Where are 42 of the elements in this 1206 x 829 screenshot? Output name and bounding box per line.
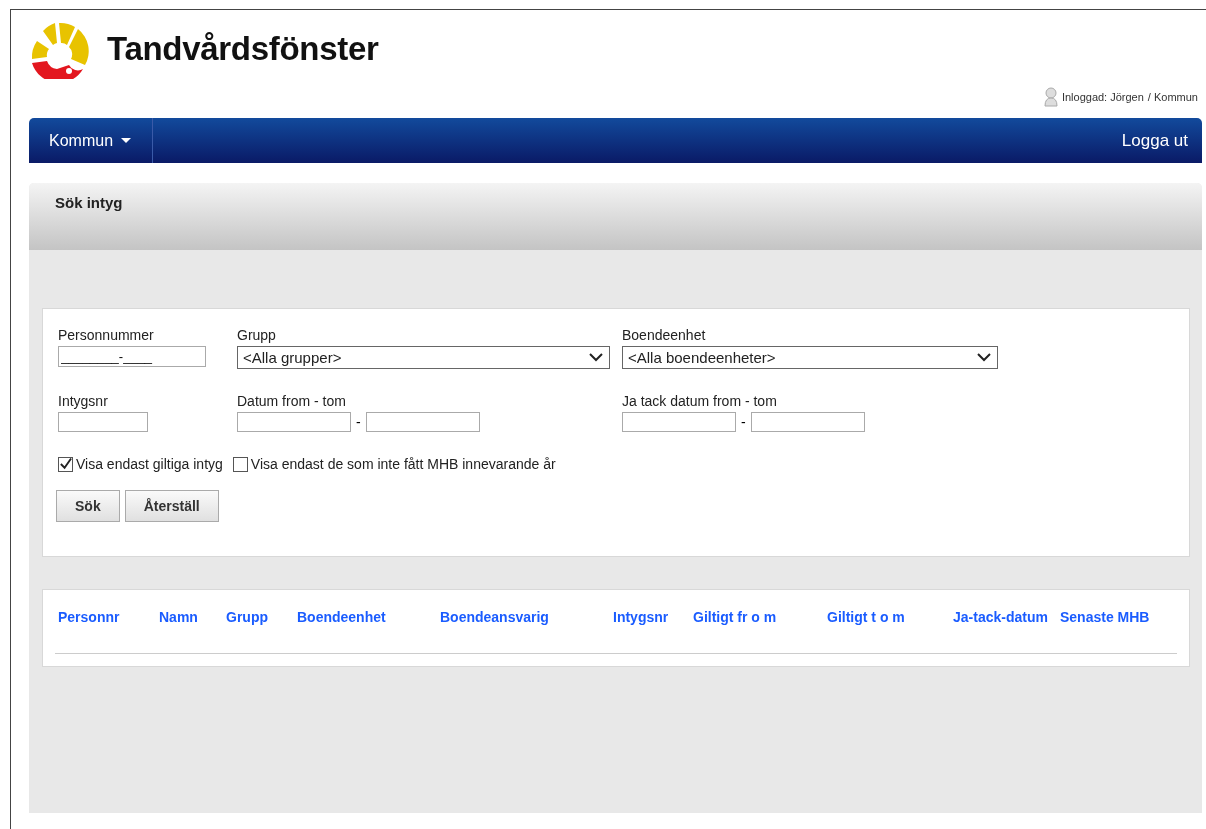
caret-icon [121,137,132,144]
column-header[interactable]: Intygsnr [613,606,693,653]
column-header[interactable]: Grupp [226,606,297,653]
user-icon [1043,87,1058,107]
date-from-field[interactable] [622,412,736,432]
personnummer-field[interactable]: ________-____ [58,346,206,367]
housing-unit-select[interactable]: <Alla boendeenheter> [622,346,998,369]
column-header[interactable]: Senaste MHB [1060,606,1170,653]
range-separator: - [356,414,361,430]
checkbox-label: Visa endast giltiga intyg [76,456,223,472]
checkbox[interactable] [232,456,248,472]
range-separator: - [741,414,746,430]
chevron-icon [589,353,603,362]
field-label: Datum from - tom [237,393,347,409]
field-label: Grupp [237,327,277,343]
column-header[interactable]: Namn [159,606,226,653]
field-label: Intygsnr [58,393,109,409]
search-button[interactable]: Sök [56,490,120,522]
column-header[interactable]: Ja-tack-datum [953,606,1060,653]
column-header[interactable]: Giltigt fr o m [693,606,827,653]
group-select[interactable]: <Alla grupper> [237,346,610,369]
panel-title: Sök intyg [55,194,124,211]
checkbox-label: Visa endast de som inte fått MHB innevarande år [250,456,556,472]
certificate-number-field[interactable] [58,412,148,432]
field-label: Ja tack datum from - tom [622,393,778,409]
chevron-icon [977,353,991,362]
column-header[interactable]: Boendeansvarig [440,606,613,653]
date-from-field[interactable] [237,412,351,432]
checkbox[interactable] [58,456,73,472]
app-title: Tandvårdsfönster [107,30,379,68]
column-header[interactable]: Personnr [58,606,159,653]
logged-in-user: Inloggad: Jörgen [1061,91,1144,103]
date-to-field[interactable] [365,412,480,432]
column-header[interactable]: Giltigt t o m [827,606,953,653]
field-label: Boendeenhet [622,327,707,343]
user-role: / Kommun [1147,91,1198,103]
logout-link[interactable]: Logga ut [1121,130,1202,151]
date-to-field[interactable] [750,412,865,432]
menu-dropdown[interactable]: Kommun [29,118,153,163]
reset-button[interactable]: Återställ [124,490,219,522]
field-label: Personnummer [58,327,155,343]
column-header[interactable]: Boendeenhet [297,606,440,653]
